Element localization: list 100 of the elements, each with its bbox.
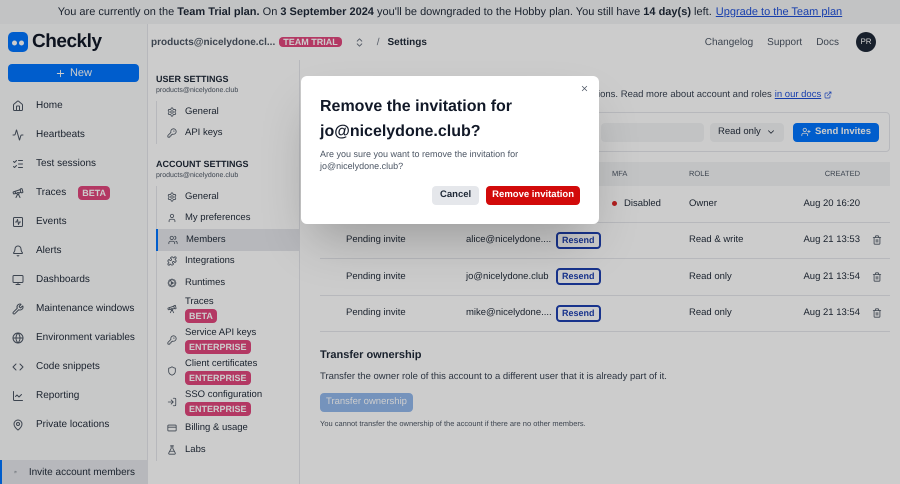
table-cell-text: Read only (688, 306, 733, 320)
send-invites-button[interactable]: Send Invites (793, 122, 879, 142)
item-label: Runtimes (185, 276, 226, 289)
settings-nav-item[interactable]: General (157, 186, 299, 208)
banner-text: You are currently on the Team Trial plan. On 3 September 2024 you'll be downgraded to the Hobby plan. You still have 14 day(s) left. (58, 4, 712, 20)
item-label: Reporting (36, 389, 80, 403)
item-label: General (185, 106, 219, 118)
docs-link[interactable]: in our docs (774, 88, 822, 102)
settings-nav-item[interactable]: My preferences (157, 208, 299, 229)
table-cell: jo@nicelydone.club (466, 270, 549, 282)
settings-nav-item[interactable]: API keys (157, 122, 299, 144)
plus-icon (54, 68, 66, 78)
remove-invitation-button[interactable]: Remove invitation (486, 186, 580, 205)
chart-icon (12, 390, 24, 402)
settings-nav-item[interactable]: Billing & usage (157, 418, 299, 439)
item-label: Integrations (185, 255, 235, 268)
resend-button[interactable]: Resend (556, 268, 601, 286)
item-label: Invite account members (28, 466, 135, 480)
settings-nav-item[interactable]: Integrations (157, 250, 299, 272)
trash-icon[interactable] (872, 235, 882, 246)
sidebar-item[interactable]: Environment variables (0, 323, 147, 352)
item-label: API keys (185, 127, 222, 140)
pulse-icon (12, 128, 24, 140)
role-select[interactable]: Read only (710, 122, 784, 142)
table-cell-text: Aug 21 13:54 (802, 306, 860, 320)
dialog-title: Remove the invitation for jo@nicelydone.club? (320, 97, 514, 142)
item-label: My preferences (185, 212, 250, 224)
telescope-icon (167, 304, 177, 314)
header-link[interactable]: Support (767, 34, 802, 50)
table-cell-text: Aug 21 13:53 (802, 233, 860, 248)
user-icon (167, 213, 177, 224)
table-cell-text: Read only (688, 270, 733, 284)
section-heading: Transfer ownership (320, 348, 422, 363)
events-icon (12, 216, 24, 228)
avatar[interactable]: PR (856, 32, 876, 52)
settings-nav-item[interactable]: Runtimes (157, 272, 299, 294)
header-link[interactable]: Docs (816, 34, 839, 50)
new-button[interactable]: New (8, 64, 139, 82)
sidebar-item[interactable]: Events (0, 207, 147, 236)
sidebar-item[interactable]: Traces BETA (0, 178, 147, 207)
puzzle-icon (167, 256, 177, 266)
settings-nav-item[interactable]: Client certificates ENTERPRISE (157, 356, 299, 386)
external-link-icon (824, 91, 832, 99)
flask-icon (167, 444, 177, 455)
settings-nav-item[interactable]: Labs (157, 439, 299, 460)
plan-badge: ENTERPRISE (185, 370, 251, 384)
sidebar-item[interactable]: Dashboards (0, 265, 147, 294)
sidebar-item[interactable]: Maintenance windows (0, 294, 147, 323)
logo-text: Checkly (32, 30, 102, 54)
gear-icon (167, 278, 177, 288)
telescope-icon (12, 186, 24, 198)
table-cell-text: Pending invite (345, 234, 406, 246)
item-label: Dashboards (36, 273, 90, 287)
sidebar-item[interactable]: Private locations (0, 410, 147, 439)
table-cell: mike@nicelydone.... (466, 307, 552, 318)
sidebar-item[interactable]: Home (0, 91, 147, 120)
logo-icon (8, 32, 28, 52)
plan-badge: BETA (78, 186, 110, 200)
item-label: General (185, 190, 219, 203)
wrench-icon (12, 302, 24, 314)
close-icon[interactable] (580, 84, 589, 93)
sidebar-item[interactable]: Code snippets (0, 352, 147, 381)
settings-nav-item[interactable]: Service API keys ENTERPRISE (157, 324, 299, 356)
trash-icon[interactable] (872, 272, 882, 282)
resend-button[interactable]: Resend (556, 232, 601, 249)
plan-badge: BETA (185, 308, 217, 322)
item-label: Labs (185, 444, 206, 456)
account-name[interactable]: products@nicelydone.cl... (151, 34, 276, 50)
resend-button[interactable]: Resend (556, 304, 601, 322)
sidebar-item[interactable]: Reporting (0, 381, 147, 410)
sidebar-item[interactable]: Alerts (0, 236, 147, 265)
sidebar-item[interactable]: Test sessions (0, 149, 147, 178)
table-cell: alice@nicelydone.... (466, 234, 552, 246)
map-pin-icon (12, 418, 24, 430)
monitor-icon (12, 274, 24, 286)
bell-icon (12, 244, 24, 256)
table-cell: Disabled (624, 196, 661, 211)
users-icon (168, 234, 178, 245)
item-label: Events (36, 215, 67, 229)
settings-nav-item[interactable]: Traces BETA (157, 294, 299, 324)
item-label: Test sessions (36, 157, 96, 171)
breadcrumb-separator: / (376, 36, 380, 50)
table-cell-text: Pending invite (345, 307, 406, 318)
item-label: Code snippets (36, 360, 100, 374)
trash-icon[interactable] (872, 308, 882, 318)
item-label: Traces (185, 296, 214, 308)
login-icon (167, 397, 177, 407)
upgrade-link[interactable]: Upgrade to the Team plan (716, 4, 842, 20)
dialog-message: Are you sure you want to remove the invitation for jo@nicelydone.club? (320, 148, 520, 172)
breadcrumb-page: Settings (388, 36, 427, 50)
settings-nav-item[interactable]: General (157, 101, 299, 122)
header-link[interactable]: Changelog (704, 34, 754, 50)
sidebar-item[interactable]: Heartbeats (0, 120, 147, 149)
gear-icon (167, 192, 177, 202)
settings-nav-item[interactable]: Members (156, 229, 299, 250)
settings-nav-item[interactable]: SSO configuration ENTERPRISE (157, 386, 299, 418)
transfer-description: Transfer the owner role of this account to a different user that it is already part of it. (320, 370, 668, 384)
plan-badge: TEAM TRIAL (279, 36, 342, 46)
sidebar-item[interactable]: Invite account members (0, 460, 147, 484)
cancel-button[interactable]: Cancel (432, 186, 480, 205)
